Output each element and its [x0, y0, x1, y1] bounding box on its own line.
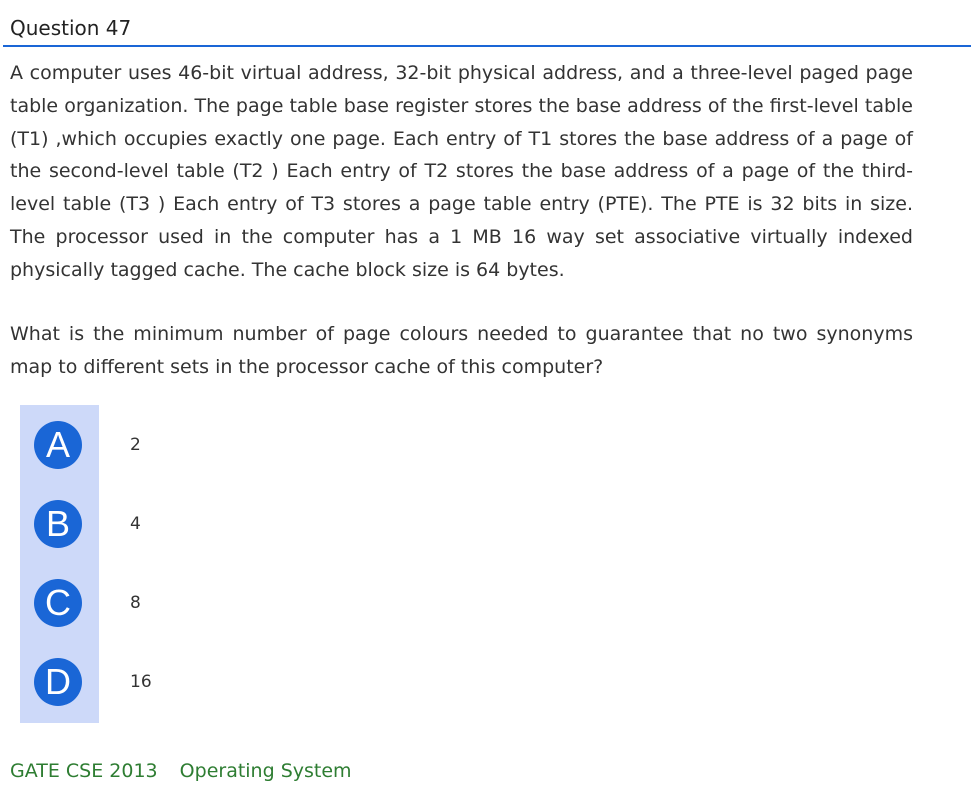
tag-exam-link[interactable]: GATE CSE 2013 [10, 760, 158, 782]
options-panel: A 2 B 4 C 8 D 16 [20, 405, 152, 723]
option-a-value[interactable]: 2 [130, 421, 141, 469]
option-b-value[interactable]: 4 [130, 500, 141, 548]
option-b-badge[interactable]: B [34, 500, 82, 548]
question-body-text: A computer uses 46-bit virtual address, … [10, 62, 913, 281]
tag-topic-link[interactable]: Operating System [180, 760, 352, 782]
question-tags: GATE CSE 2013 Operating System [10, 757, 368, 785]
option-a[interactable]: A 2 [34, 421, 194, 469]
option-d-value[interactable]: 16 [130, 658, 152, 706]
header-divider [3, 45, 971, 47]
option-a-badge[interactable]: A [34, 421, 82, 469]
option-d-badge[interactable]: D [34, 658, 82, 706]
question-prompt-text: What is the minimum number of page colou… [10, 323, 913, 378]
option-d[interactable]: D 16 [34, 658, 194, 706]
option-c-badge[interactable]: C [34, 579, 82, 627]
option-c[interactable]: C 8 [34, 579, 194, 627]
option-b[interactable]: B 4 [34, 500, 194, 548]
question-title: Question 47 [10, 16, 132, 40]
option-c-value[interactable]: 8 [130, 579, 141, 627]
